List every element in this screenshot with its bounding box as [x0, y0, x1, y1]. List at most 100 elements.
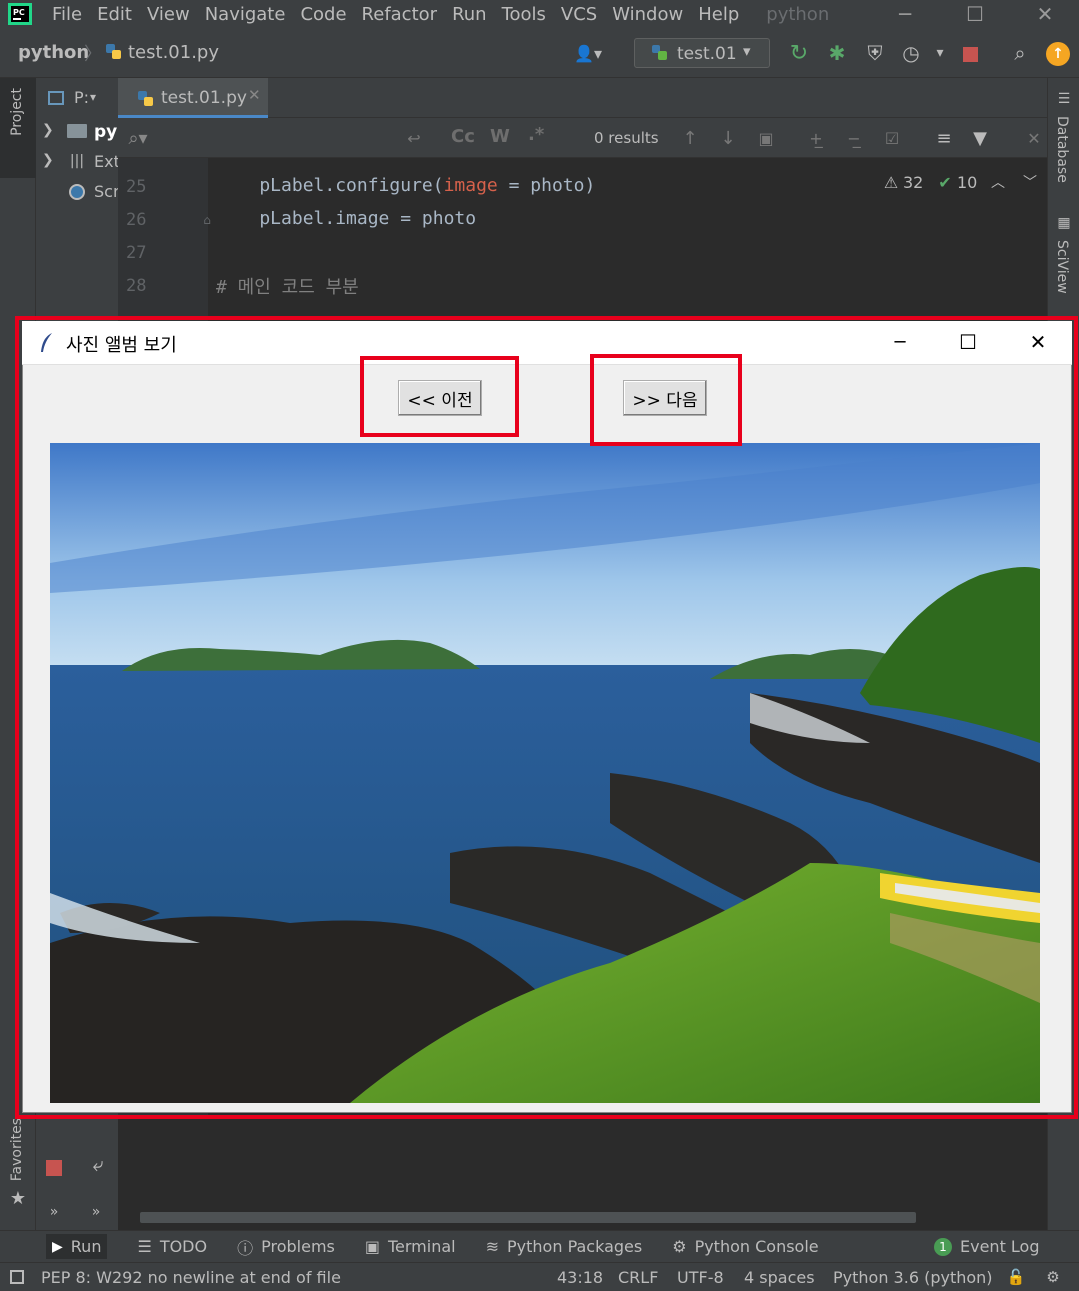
project-panel-header[interactable]: P:	[74, 88, 89, 107]
rerun-icon[interactable]: ↻	[786, 40, 812, 66]
problems-tool-button[interactable]: ⓘ Problems	[237, 1235, 335, 1259]
arrow-up-icon[interactable]: ↑	[678, 126, 702, 150]
python-console-tool-button[interactable]: ⚙ Python Console	[672, 1237, 818, 1256]
project-view-icon	[46, 88, 66, 108]
project-tree-item[interactable]: py	[94, 122, 117, 142]
menu-window[interactable]: Window	[612, 4, 683, 25]
coverage-icon[interactable]: ⛨	[862, 40, 888, 66]
status-message[interactable]: PEP 8: W292 no newline at end of file	[41, 1268, 341, 1287]
more-icon[interactable]: »	[42, 1202, 66, 1222]
interpreter-selector[interactable]: Python 3.6 (python)	[833, 1268, 993, 1287]
event-log-tool-label: Event Log	[960, 1237, 1040, 1256]
line-number: 25	[126, 177, 147, 197]
maximize-icon[interactable]: ☐	[940, 0, 1010, 28]
menu-view[interactable]: View	[147, 4, 190, 25]
project-tree-item[interactable]: Scr	[94, 182, 120, 201]
user-icon[interactable]: 👤▾	[566, 40, 610, 66]
toggle-selection-icon[interactable]: ☑	[880, 126, 904, 150]
sciview-tool-label[interactable]: SciView	[1054, 240, 1070, 294]
menu-refactor[interactable]: Refactor	[362, 4, 438, 25]
menu-code[interactable]: Code	[300, 4, 346, 25]
event-log-tool-button[interactable]: 1 Event Log	[934, 1237, 1040, 1256]
menu-navigate[interactable]: Navigate	[205, 4, 286, 25]
terminal-tool-button[interactable]: ▣ Terminal	[365, 1237, 456, 1256]
filter-icon[interactable]: ▼	[968, 126, 992, 150]
run-config-select[interactable]: test.01 ▾	[634, 38, 770, 68]
stop-icon[interactable]	[958, 42, 982, 66]
debug-icon[interactable]: ✱	[824, 40, 850, 66]
window-project-title: python	[766, 3, 830, 25]
filter-options-icon[interactable]: ≡	[932, 126, 956, 150]
chevron-down-icon[interactable]: ▾	[90, 90, 96, 104]
lock-icon[interactable]: 🔓	[1006, 1267, 1026, 1287]
stop-icon[interactable]	[42, 1156, 66, 1180]
chevron-down-icon[interactable]: ﹀	[1020, 172, 1040, 192]
scratches-icon	[66, 182, 88, 202]
terminal-icon: ▣	[364, 1237, 380, 1256]
horizontal-scrollbar[interactable]	[140, 1212, 916, 1223]
menu-help[interactable]: Help	[698, 4, 739, 25]
update-icon[interactable]: ↑	[1046, 42, 1070, 66]
favorites-tool-label[interactable]: Favorites	[9, 1118, 25, 1181]
libraries-icon: |||	[69, 153, 85, 169]
more-run-icon[interactable]: ▾	[930, 40, 950, 66]
project-tool-tab[interactable]: Project	[0, 78, 36, 178]
todo-tool-button[interactable]: ☰ TODO	[137, 1237, 207, 1256]
info-icon: ⓘ	[237, 1238, 254, 1258]
weak-warning-count[interactable]: 10	[957, 173, 977, 192]
editor-tab[interactable]: test.01.py ✕	[118, 78, 268, 118]
todo-tool-label: TODO	[159, 1237, 208, 1256]
run-tool-label: Run	[70, 1237, 102, 1256]
profile-icon[interactable]: ◷	[898, 40, 924, 66]
svg-text:PC: PC	[13, 8, 25, 17]
menu-tools[interactable]: Tools	[502, 4, 546, 25]
inspector-icon[interactable]: ⚙	[1040, 1267, 1066, 1287]
close-find-icon[interactable]: ✕	[1022, 126, 1046, 150]
add-selection-icon[interactable]: +̲	[804, 126, 828, 150]
words-button[interactable]: W	[490, 126, 510, 147]
file-encoding[interactable]: UTF-8	[677, 1268, 724, 1287]
line-separator[interactable]: CRLF	[618, 1268, 658, 1287]
minimize-icon[interactable]: ─	[870, 0, 940, 28]
indent-setting[interactable]: 4 spaces	[744, 1268, 815, 1287]
chevron-right-icon[interactable]: ❯	[42, 122, 54, 138]
caret-position[interactable]: 43:18	[557, 1268, 603, 1287]
select-all-icon[interactable]: ▣	[754, 126, 778, 150]
more-icon[interactable]: »	[84, 1202, 108, 1222]
python-file-icon	[136, 89, 156, 109]
run-panel: ⤶ » »	[36, 1118, 1047, 1230]
menu-vcs[interactable]: VCS	[561, 4, 597, 25]
python-file-icon	[104, 42, 124, 62]
soft-wrap-icon[interactable]: ⤶	[84, 1150, 112, 1178]
remove-selection-icon[interactable]: −̲	[842, 126, 866, 150]
window-layout-icon[interactable]	[8, 1268, 26, 1286]
close-icon[interactable]: ✕	[1010, 0, 1079, 28]
star-icon[interactable]: ★	[6, 1186, 30, 1210]
warning-count[interactable]: 32	[903, 173, 923, 192]
regex-button[interactable]: .*	[528, 124, 544, 145]
menu-run[interactable]: Run	[452, 4, 487, 25]
breadcrumb-project[interactable]: python	[18, 42, 89, 63]
layers-icon: ≋	[485, 1237, 500, 1256]
database-tool-label[interactable]: Database	[1054, 116, 1070, 183]
arrow-down-icon[interactable]: ↓	[716, 126, 740, 150]
menu-edit[interactable]: Edit	[97, 4, 132, 25]
status-bar: PEP 8: W292 no newline at end of file 43…	[0, 1262, 1079, 1291]
chevron-up-icon[interactable]: ︿	[988, 172, 1008, 192]
fold-icon[interactable]: ⌂	[200, 212, 214, 228]
project-tool-label: Project	[9, 88, 25, 136]
breadcrumb-file[interactable]: test.01.py	[128, 42, 219, 63]
code-comment: # 메인 코드 부분	[216, 277, 359, 298]
chevron-right-icon[interactable]: ❯	[42, 152, 54, 168]
search-icon[interactable]: ⌕	[1006, 40, 1034, 66]
new-line-icon[interactable]: ↩	[402, 126, 426, 150]
project-tree-item[interactable]: Ext	[94, 152, 120, 171]
close-tab-icon[interactable]: ✕	[248, 86, 261, 104]
line-number: 28	[126, 276, 147, 296]
python-packages-tool-button[interactable]: ≋ Python Packages	[486, 1237, 643, 1256]
search-icon[interactable]: ⌕▾	[124, 126, 152, 150]
run-config-label: test.01	[677, 44, 737, 64]
menu-file[interactable]: File	[52, 4, 82, 25]
run-tool-button[interactable]: ▶ Run	[46, 1234, 108, 1259]
match-case-button[interactable]: Cc	[451, 126, 475, 147]
